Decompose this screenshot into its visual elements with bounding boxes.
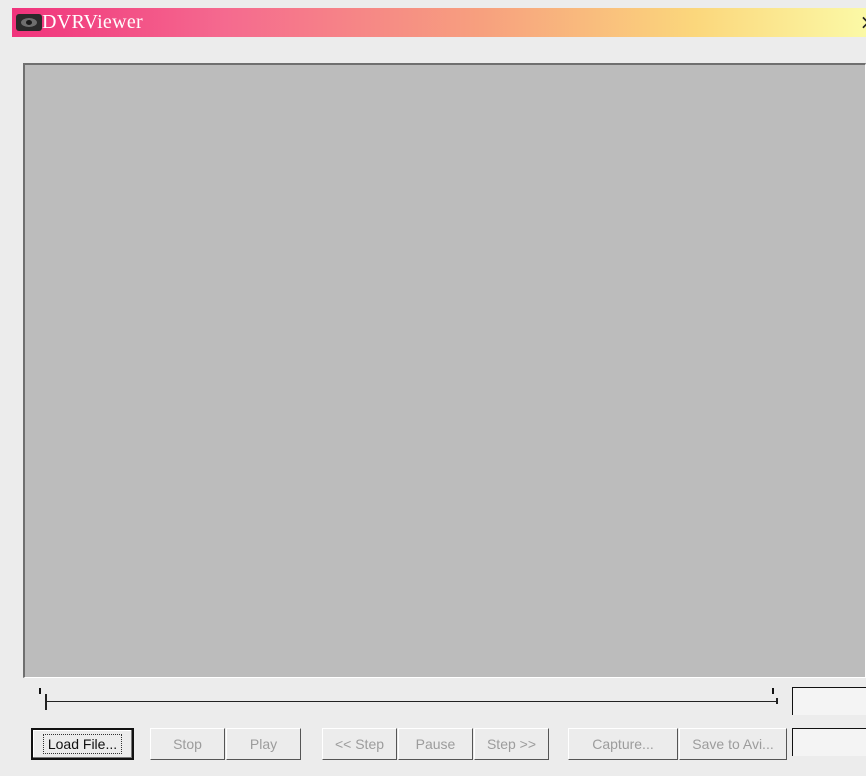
slider-tick-end [772,688,774,694]
load-file-button[interactable]: Load File... [31,728,134,760]
video-display [23,63,866,678]
position-field[interactable] [792,687,866,715]
capture-button[interactable]: Capture... [568,728,678,760]
stop-button[interactable]: Stop [150,728,225,760]
status-field[interactable] [792,728,866,756]
save-to-avi-button[interactable]: Save to Avi... [679,728,787,760]
slider-track [46,701,778,702]
window-title: DVRViewer [42,11,143,33]
step-forward-button[interactable]: Step >> [474,728,549,760]
pause-button[interactable]: Pause [398,728,473,760]
title-bar[interactable]: DVRViewer × [12,8,866,37]
eye-icon [16,14,42,31]
slider-thumb[interactable] [45,694,47,710]
step-back-button[interactable]: << Step [322,728,397,760]
slider-end-cap [776,698,778,704]
close-button[interactable]: × [858,8,866,37]
load-file-label: Load File... [42,734,123,754]
slider-tick-start [39,688,41,694]
seek-slider[interactable] [32,686,784,716]
play-button[interactable]: Play [226,728,301,760]
